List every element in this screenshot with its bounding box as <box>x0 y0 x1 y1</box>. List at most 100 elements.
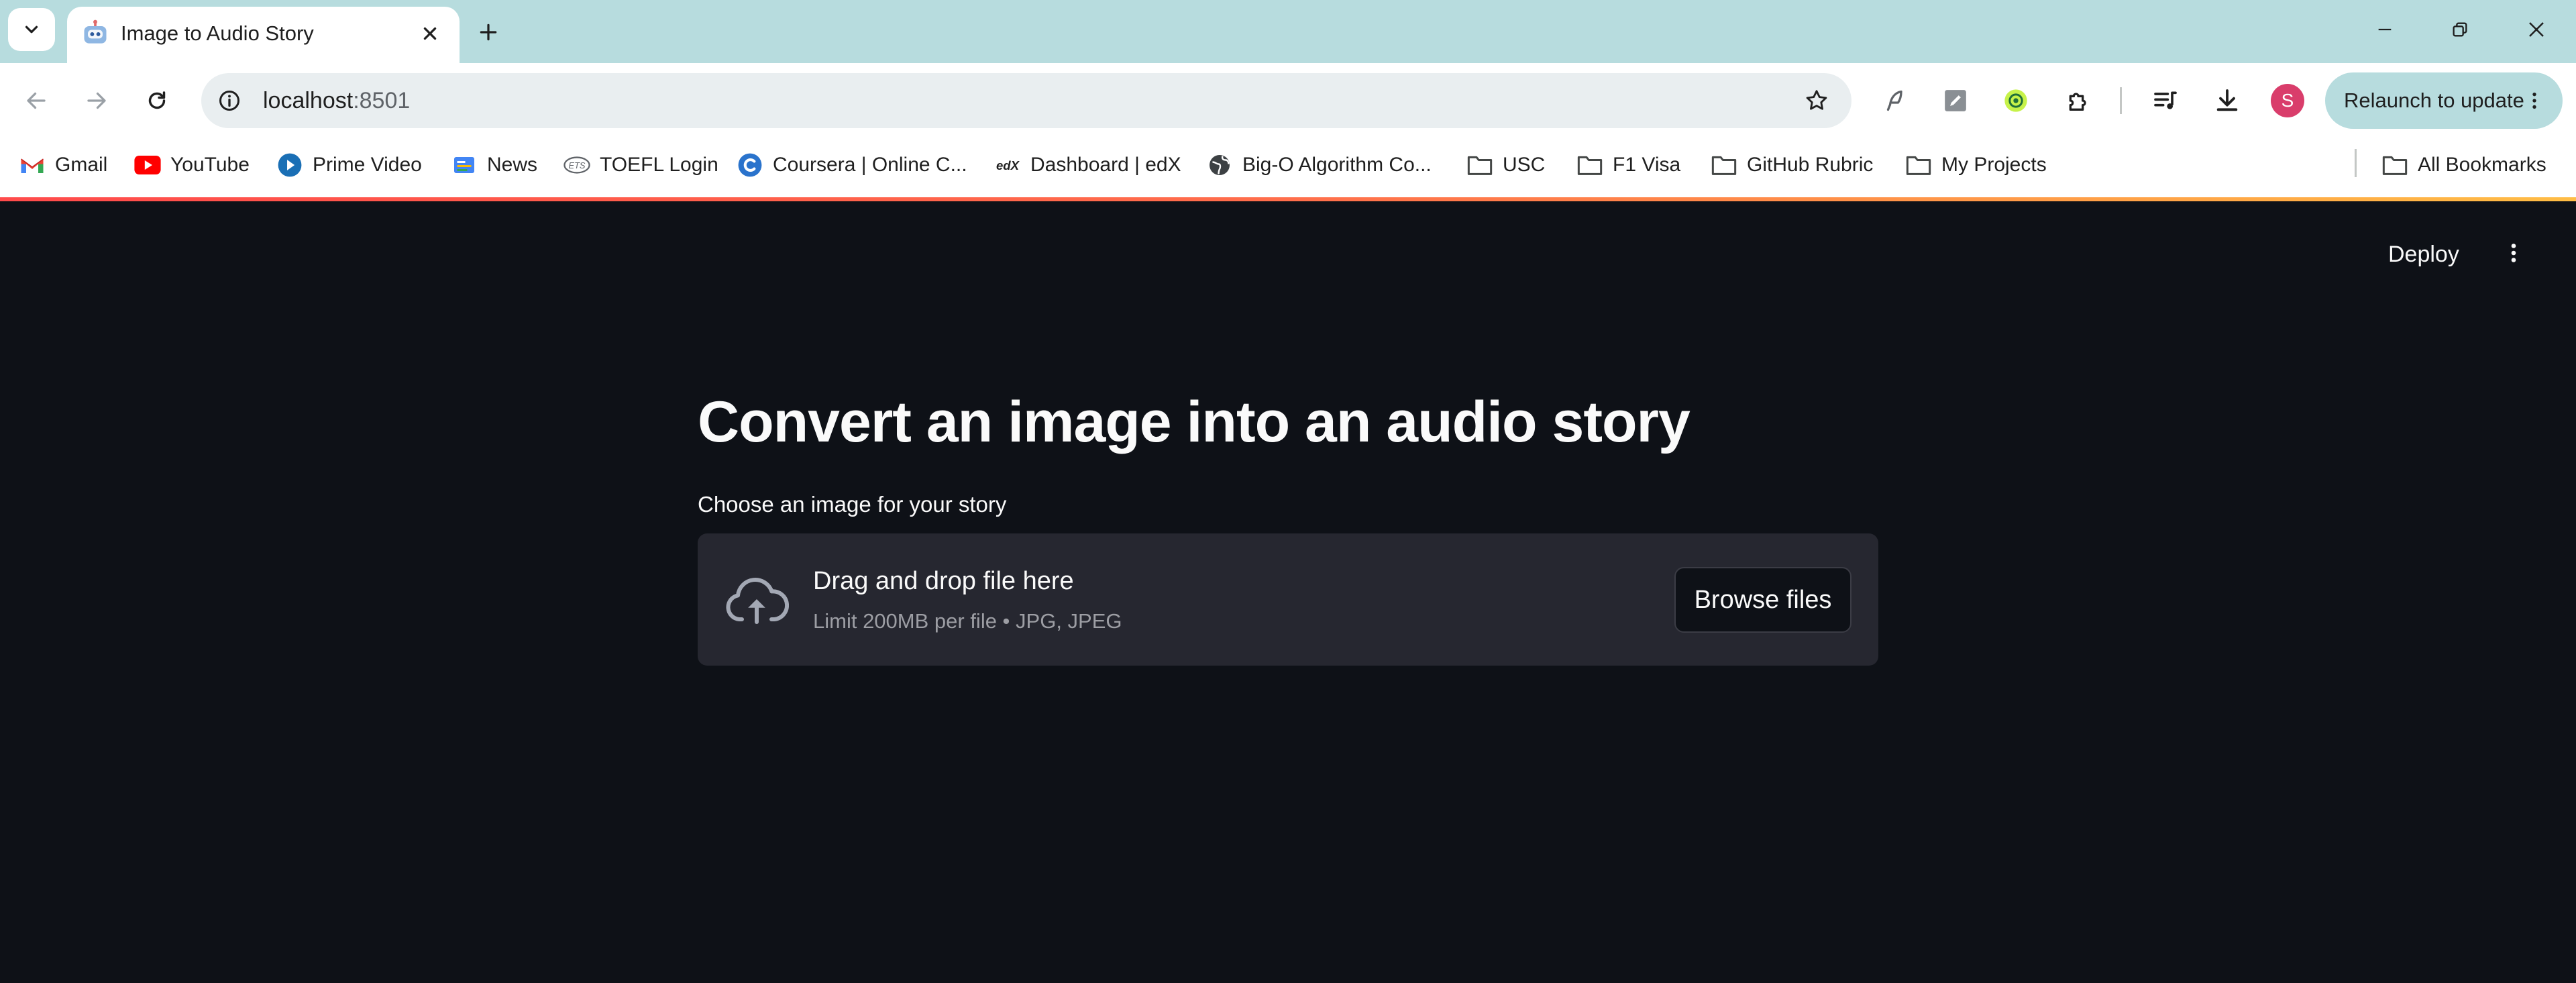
active-tab[interactable]: Image to Audio Story <box>67 7 460 63</box>
dropzone-subtitle: Limit 200MB per file • JPG, JPEG <box>813 609 1122 633</box>
new-tab-button[interactable] <box>470 13 507 51</box>
ets-icon: ETS <box>564 152 590 178</box>
folder-icon <box>1576 152 1603 178</box>
coursera-icon <box>737 152 763 178</box>
browser-toolbar: localhost:8501 S Relaunch to update <box>0 63 2576 138</box>
fingerprint-icon <box>2004 89 2027 112</box>
feather-icon <box>1886 90 1902 111</box>
reload-button[interactable] <box>137 81 177 121</box>
bookmark-news[interactable]: News <box>451 150 537 180</box>
extension-feather-button[interactable] <box>1875 81 1915 121</box>
bookmark-label: USC <box>1503 154 1546 176</box>
cloud-upload-icon <box>726 578 789 624</box>
streamlit-app: Deploy Convert an image into an audio st… <box>0 201 2576 983</box>
bookmark-folder-f1-visa[interactable]: F1 Visa <box>1576 150 1680 180</box>
url-host: localhost <box>263 88 354 113</box>
folder-icon <box>1905 152 1932 178</box>
file-dropzone[interactable]: Drag and drop file here Limit 200MB per … <box>698 533 1878 666</box>
robot-favicon-icon <box>84 19 107 44</box>
extension-pen-button[interactable] <box>1935 81 1976 121</box>
bookmark-folder-usc[interactable]: USC <box>1466 150 1545 180</box>
url-text[interactable]: localhost:8501 <box>263 88 410 114</box>
bookmark-label: GitHub Rubric <box>1747 154 1874 176</box>
close-window-button[interactable] <box>2506 9 2567 50</box>
minimize-button[interactable] <box>2355 9 2415 50</box>
star-icon <box>1806 90 1827 110</box>
tab-strip: Image to Audio Story <box>0 0 2576 63</box>
reload-icon <box>148 91 166 109</box>
all-bookmarks-button[interactable]: All Bookmarks <box>2381 150 2546 180</box>
relaunch-label: Relaunch to update <box>2344 89 2524 112</box>
globe-icon <box>1206 152 1233 178</box>
svg-text:ETS: ETS <box>569 160 586 170</box>
bookmark-label: Dashboard | edX <box>1030 154 1181 176</box>
uploader-label: Choose an image for your story <box>698 492 1007 517</box>
extension-green-button[interactable] <box>1996 81 2036 121</box>
more-vert-icon <box>2532 93 2536 109</box>
news-icon <box>451 152 478 178</box>
profile-avatar[interactable]: S <box>2271 84 2304 117</box>
bookmark-big-o[interactable]: Big-O Algorithm Co... <box>1206 150 1432 180</box>
app-menu-button[interactable] <box>2498 238 2529 268</box>
bookmark-label: TOEFL Login <box>600 154 718 176</box>
toolbar-separator <box>2120 87 2122 114</box>
bookmark-star-button[interactable] <box>1801 85 1833 117</box>
back-button[interactable] <box>16 81 56 121</box>
all-bookmarks-label: All Bookmarks <box>2418 154 2546 176</box>
address-bar[interactable]: localhost:8501 <box>201 73 1851 128</box>
arrow-right-icon <box>87 92 106 109</box>
bookmarks-bar: Gmail YouTube Prime Video News ETS TOEFL… <box>0 138 2576 192</box>
folder-icon <box>1711 152 1737 178</box>
puzzle-icon <box>2069 93 2086 111</box>
bookmark-edx[interactable]: edX Dashboard | edX <box>994 150 1181 180</box>
close-icon <box>2529 22 2544 37</box>
bookmark-coursera[interactable]: Coursera | Online C... <box>737 150 967 180</box>
folder-icon <box>2381 152 2408 178</box>
browse-files-button[interactable]: Browse files <box>1674 567 1851 633</box>
bookmark-label: F1 Visa <box>1613 154 1681 176</box>
edx-icon: edX <box>994 152 1021 178</box>
bookmark-toefl[interactable]: ETS TOEFL Login <box>564 150 718 180</box>
more-vert-icon <box>2511 244 2516 262</box>
bookmark-prime-video[interactable]: Prime Video <box>276 150 422 180</box>
media-controls-button[interactable] <box>2145 81 2186 121</box>
close-icon <box>423 27 437 40</box>
svg-text:edX: edX <box>996 158 1020 172</box>
restore-icon <box>2453 22 2467 37</box>
browser-chrome: Image to Audio Story localhost:8501 S Re… <box>0 0 2576 201</box>
gmail-icon <box>19 152 46 178</box>
bookmark-label: YouTube <box>170 154 250 176</box>
tab-search-button[interactable] <box>8 8 55 51</box>
prime-video-icon <box>276 152 303 178</box>
site-info-button[interactable] <box>213 85 246 117</box>
bookmark-youtube[interactable]: YouTube <box>134 150 250 180</box>
bookmark-label: Prime Video <box>313 154 422 176</box>
bookmarks-separator <box>2355 149 2357 177</box>
info-icon <box>219 91 239 111</box>
bookmark-folder-my-projects[interactable]: My Projects <box>1905 150 2047 180</box>
folder-icon <box>1466 152 1493 178</box>
arrow-left-icon <box>27 92 46 109</box>
tab-close-button[interactable] <box>415 19 445 48</box>
plus-icon <box>480 23 497 41</box>
page-title: Convert an image into an audio story <box>698 390 1690 454</box>
queue-music-icon <box>2154 91 2177 109</box>
restore-button[interactable] <box>2430 9 2490 50</box>
bookmark-label: Big-O Algorithm Co... <box>1242 154 1432 176</box>
dropzone-title: Drag and drop file here <box>813 567 1074 595</box>
deploy-button[interactable]: Deploy <box>2388 242 2459 268</box>
bookmark-label: My Projects <box>1941 154 2047 176</box>
extensions-button[interactable] <box>2058 81 2098 121</box>
downloads-button[interactable] <box>2207 81 2247 121</box>
forward-button[interactable] <box>76 81 117 121</box>
browser-menu-button[interactable] <box>2516 82 2553 119</box>
youtube-icon <box>134 152 161 178</box>
bookmark-gmail[interactable]: Gmail <box>19 150 107 180</box>
bookmark-label: Coursera | Online C... <box>773 154 967 176</box>
tab-title: Image to Audio Story <box>121 21 314 45</box>
pen-square-icon <box>1945 90 1966 111</box>
bookmark-label: Gmail <box>55 154 108 176</box>
relaunch-button[interactable]: Relaunch to update <box>2325 72 2563 129</box>
url-port: :8501 <box>353 88 411 113</box>
bookmark-folder-github-rubric[interactable]: GitHub Rubric <box>1711 150 1873 180</box>
